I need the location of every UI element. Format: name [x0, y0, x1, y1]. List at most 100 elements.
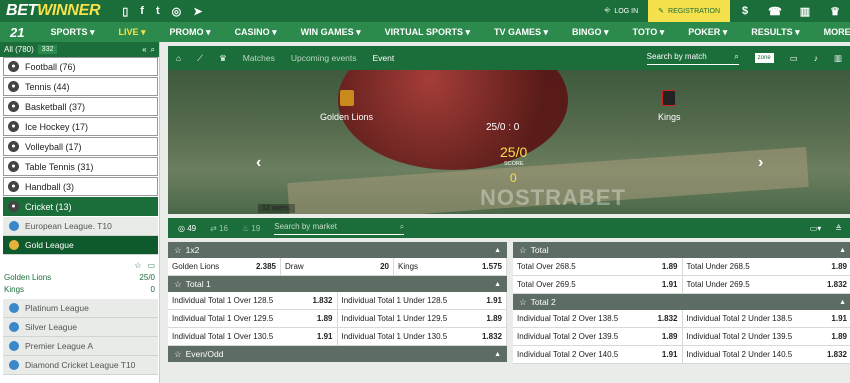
star-icon[interactable]: ☆ — [519, 297, 527, 308]
odds-cell[interactable]: Individual Total 2 Over 140.5 1.91 — [513, 345, 683, 364]
nav-casino[interactable]: CASINO ▾ — [223, 27, 289, 38]
odds-value[interactable]: 2.385 — [248, 262, 276, 271]
odds-value[interactable]: 1.91 — [650, 280, 678, 289]
search-icon[interactable]: ⌕ — [151, 45, 155, 55]
sidebar-item-football[interactable]: ● Football (76) — [3, 57, 158, 76]
login-button[interactable]: ⎆ LOG IN — [595, 0, 648, 22]
odds-value[interactable]: 1.89 — [819, 332, 847, 341]
odds-cell[interactable]: Golden Lions 2.385 — [168, 257, 281, 276]
monitor-icon[interactable]: ▭ — [790, 53, 798, 64]
registration-button[interactable]: ✎ REGISTRATION — [648, 0, 730, 22]
twitter-icon[interactable]: t — [156, 5, 160, 18]
odds-value[interactable]: 1.832 — [305, 296, 332, 305]
filter-c[interactable]: ♨ 19 — [242, 224, 260, 233]
stats-icon[interactable]: ▥ — [790, 5, 820, 18]
trophy-icon[interactable]: ♛ — [820, 5, 850, 18]
market-search-input[interactable]: Search by market ⌕ — [274, 222, 405, 235]
nav-promo[interactable]: PROMO ▾ — [158, 27, 223, 38]
odds-cell[interactable]: Individual Total 1 Over 129.5 1.89 — [168, 309, 338, 328]
league-item[interactable]: Platinum League — [3, 299, 158, 318]
instagram-icon[interactable]: ◎ — [172, 5, 182, 18]
chevron-up-icon[interactable]: ▲ — [839, 299, 850, 306]
odds-value[interactable]: 1.91 — [650, 350, 678, 359]
favorite-star-icon[interactable]: ☆ — [134, 261, 141, 270]
league-item[interactable]: European League. T10 — [3, 217, 158, 236]
live-count-badge[interactable]: 332 — [37, 45, 58, 54]
odds-cell[interactable]: Total Under 268.5 1.89 — [683, 258, 850, 276]
tab-event[interactable]: Event — [373, 53, 395, 63]
sidebar-item-handball[interactable]: ● Handball (3) — [3, 177, 158, 196]
market-header[interactable]: ☆ Total 1 ▲ — [168, 276, 507, 292]
tv-icon[interactable]: ▭ — [147, 261, 155, 270]
tab-matches[interactable]: Matches — [243, 53, 275, 63]
nav-win-games[interactable]: WIN GAMES ▾ — [289, 27, 373, 38]
odds-cell[interactable]: Individual Total 2 Over 138.5 1.832 — [513, 309, 683, 328]
star-icon[interactable]: ☆ — [174, 349, 182, 360]
telegram-icon[interactable]: ➤ — [193, 5, 202, 18]
facebook-icon[interactable]: f — [140, 5, 144, 18]
nav-results[interactable]: RESULTS ▾ — [739, 27, 811, 38]
odds-value[interactable]: 1.89 — [650, 262, 678, 271]
odds-cell[interactable]: Individual Total 1 Under 129.5 1.89 — [338, 309, 507, 328]
mobile-icon[interactable]: ▯ — [122, 5, 128, 18]
odds-value[interactable]: 1.575 — [474, 262, 502, 271]
zone-button[interactable]: zone — [754, 53, 774, 63]
odds-value[interactable]: 1.91 — [819, 314, 847, 323]
nav-tv-games[interactable]: TV GAMES ▾ — [482, 27, 560, 38]
nav-logo[interactable]: 21 — [0, 25, 38, 40]
odds-cell[interactable]: Individual Total 2 Over 139.5 1.89 — [513, 327, 683, 346]
sidebar-item-basketball[interactable]: ● Basketball (37) — [3, 97, 158, 116]
sidebar-item-tennis[interactable]: ● Tennis (44) — [3, 77, 158, 96]
odds-cell[interactable]: Individual Total 1 Under 130.5 1.832 — [338, 327, 507, 346]
filter-b[interactable]: ⇄ 16 — [210, 224, 228, 233]
collapse-all-icon[interactable]: ≙ — [835, 224, 850, 233]
site-logo[interactable]: BETWINNER — [0, 2, 101, 20]
all-markets-filter[interactable]: ◎ 49 — [178, 224, 196, 233]
odds-cell[interactable]: Individual Total 2 Under 139.5 1.89 — [683, 328, 850, 346]
sidebar-item-ice-hockey[interactable]: ● Ice Hockey (17) — [3, 117, 158, 136]
chart-icon[interactable]: ▥ — [834, 53, 850, 64]
all-events-filter[interactable]: All (780) — [4, 45, 34, 54]
next-arrow-icon[interactable]: › — [758, 154, 763, 172]
phone-icon[interactable]: ☎ — [760, 5, 790, 18]
league-item-active[interactable]: Gold League — [3, 236, 158, 255]
bell-icon[interactable]: ♪ — [814, 53, 818, 63]
odds-value[interactable]: 1.91 — [474, 296, 502, 305]
tab-upcoming-events[interactable]: Upcoming events — [291, 53, 357, 63]
odds-cell[interactable]: Draw 20 — [281, 257, 394, 276]
odds-value[interactable]: 1.89 — [819, 262, 847, 271]
match-search-input[interactable]: Search by match ⌕ — [646, 52, 739, 65]
odds-cell[interactable]: Individual Total 1 Under 128.5 1.91 — [338, 291, 507, 310]
chevron-up-icon[interactable]: ▲ — [494, 247, 507, 254]
market-header[interactable]: ☆ Total 2 ▲ — [513, 294, 850, 310]
odds-value[interactable]: 1.832 — [650, 314, 677, 323]
nav-sports[interactable]: SPORTS ▾ — [38, 27, 106, 38]
league-item[interactable]: Diamond Cricket League T10 — [3, 356, 158, 375]
nav-live[interactable]: LIVE ▾ — [107, 27, 158, 38]
chevron-up-icon[interactable]: ▲ — [494, 281, 507, 288]
odds-value[interactable]: 1.832 — [474, 332, 502, 341]
nav-more[interactable]: MORE ▾ — [812, 27, 850, 38]
chevron-up-icon[interactable]: ▲ — [839, 247, 850, 254]
star-icon[interactable]: ☆ — [519, 245, 527, 256]
collapse-icon[interactable]: « — [142, 45, 146, 54]
odds-cell[interactable]: Total Under 269.5 1.832 — [683, 276, 850, 294]
star-icon[interactable]: ☆ — [174, 245, 182, 256]
nav-poker[interactable]: POKER ▾ — [676, 27, 739, 38]
odds-cell[interactable]: Individual Total 2 Under 138.5 1.91 — [683, 310, 850, 328]
sidebar-item-table-tennis[interactable]: ● Table Tennis (31) — [3, 157, 158, 176]
home-icon[interactable]: ⌂ — [176, 53, 181, 63]
market-header[interactable]: ☆ Even/Odd ▲ — [168, 346, 507, 362]
odds-value[interactable]: 1.89 — [474, 314, 502, 323]
league-item[interactable]: Silver League — [3, 318, 158, 337]
market-header[interactable]: ☆ 1x2 ▲ — [168, 242, 507, 258]
odds-value[interactable]: 20 — [361, 262, 389, 271]
odds-cell[interactable]: Kings 1.575 — [394, 257, 507, 276]
nav-toto[interactable]: TOTO ▾ — [621, 27, 677, 38]
chevron-up-icon[interactable]: ▲ — [494, 351, 507, 358]
odds-value[interactable]: 1.832 — [819, 350, 847, 359]
odds-cell[interactable]: Total Over 269.5 1.91 — [513, 275, 683, 294]
odds-cell[interactable]: Individual Total 1 Over 130.5 1.91 — [168, 327, 338, 346]
odds-value[interactable]: 1.832 — [819, 280, 847, 289]
odds-cell[interactable]: Total Over 268.5 1.89 — [513, 257, 683, 276]
